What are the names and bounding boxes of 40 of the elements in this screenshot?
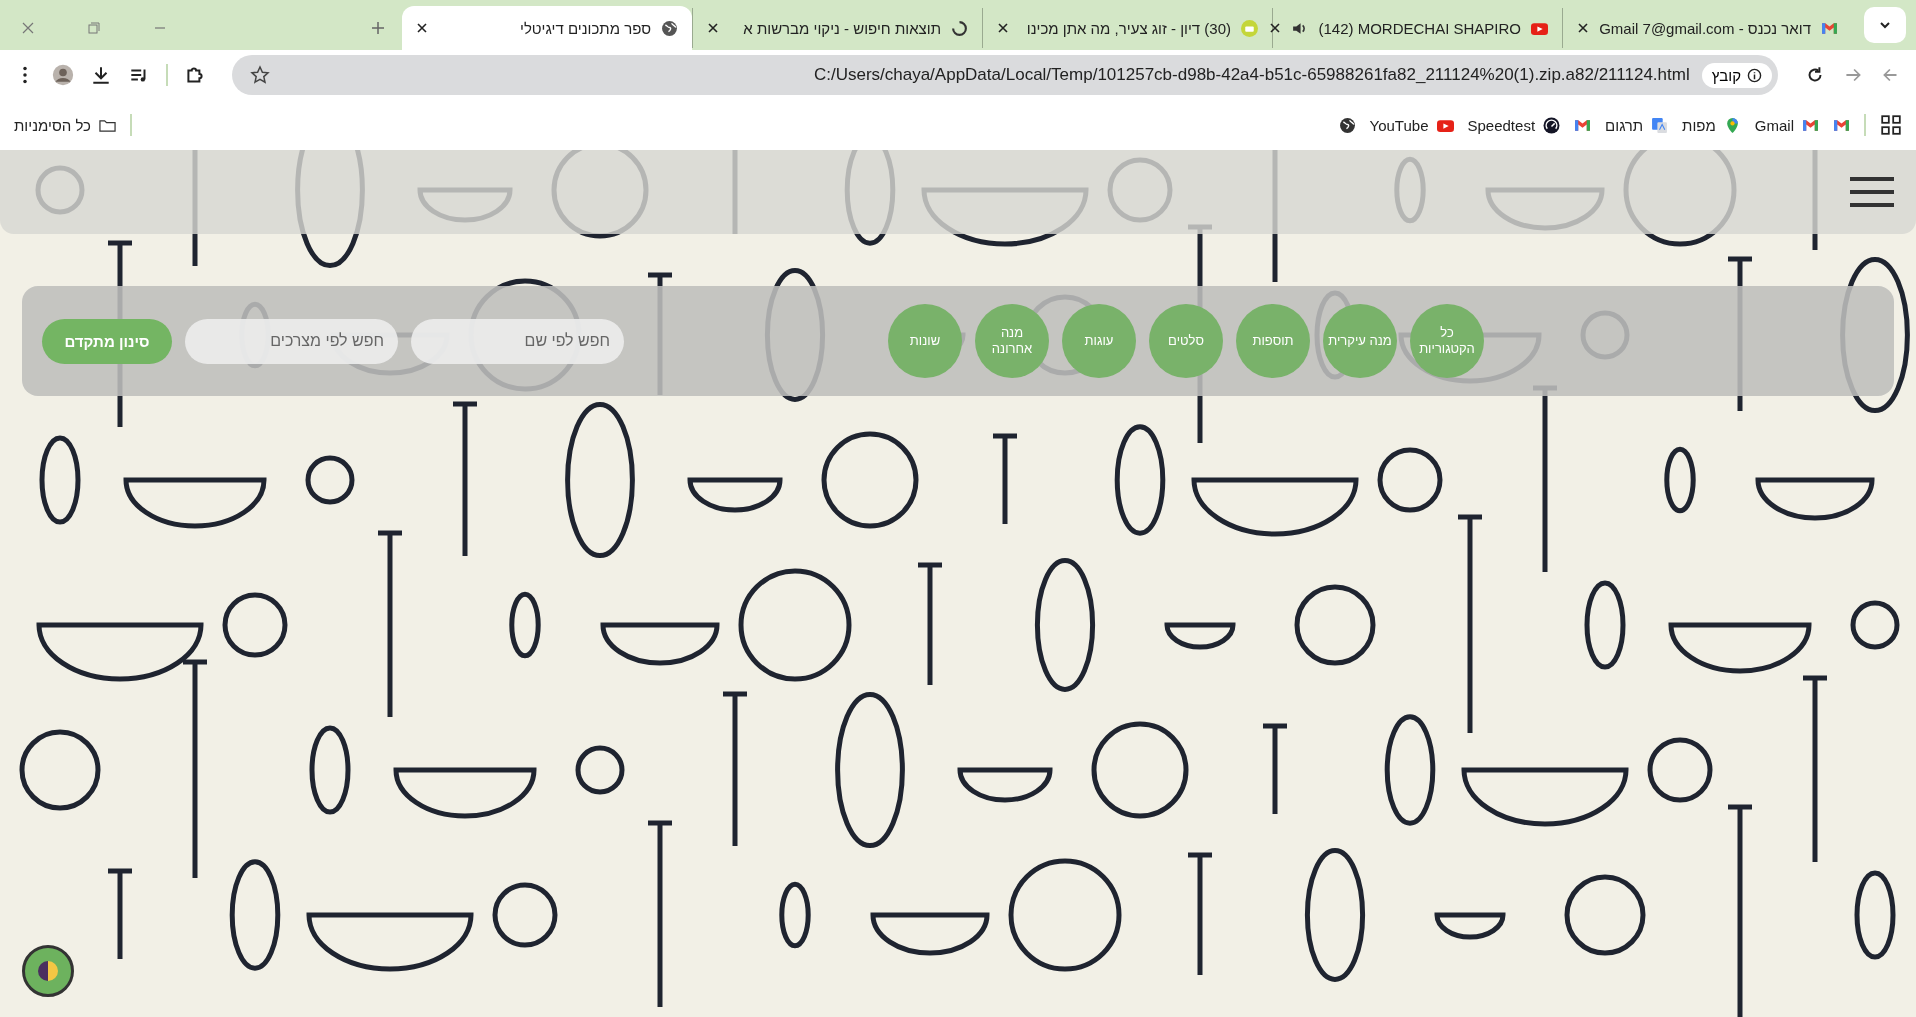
info-icon [1747,67,1762,83]
bookmark-icon-button[interactable] [1338,116,1356,134]
browser-tab[interactable]: (142) MORDECHAI SHAPIRO [1272,8,1562,48]
browser-tab[interactable]: ספר מתכונים דיגיטלי [402,6,692,50]
apps-grid-icon[interactable] [1880,114,1902,136]
gauge-icon [1543,116,1561,134]
translate-icon [1651,116,1669,134]
loading-spinner-icon [951,19,968,37]
half-moon-icon [37,960,59,982]
close-icon[interactable] [707,22,719,34]
bookmark-item[interactable]: Gmail [1754,116,1819,134]
profile-avatar-icon[interactable] [52,64,74,86]
bookmark-item[interactable]: תרגום [1605,116,1669,134]
url-text: C:/Users/chaya/AppData/Local/Temp/101257cb-d98b-42a4-b51c-65988261fa82_211124%20(1).zip.a82/211124.html [813,65,1690,85]
globe-icon [661,19,678,37]
browser-tab[interactable]: (30) דיון - זוג צעיר, מה אתן מכינו [982,8,1272,48]
star-icon[interactable] [250,65,270,85]
bookmark-item[interactable]: Speedtest [1467,116,1561,134]
close-icon[interactable] [416,22,428,34]
browser-tab[interactable]: דואר נכנס - Gmail 7@gmail.com [1562,8,1852,48]
all-bookmarks-button[interactable]: כל הסימניות [14,116,116,134]
new-tab-icon[interactable] [370,20,386,36]
close-icon[interactable] [1269,22,1282,34]
menu-icon[interactable] [1850,176,1894,208]
bookmark-item[interactable]: YouTube [1369,116,1454,134]
tab-title: (142) MORDECHAI SHAPIRO [1318,19,1521,37]
close-icon[interactable] [997,22,1009,34]
puzzle-icon[interactable] [184,64,206,86]
globe-icon [1338,116,1356,134]
tab-title: ספר מתכונים דיגיטלי [519,19,651,37]
ingredients-search-field[interactable]: חפש לפי מצרכים [185,318,398,364]
download-icon[interactable] [90,64,112,86]
name-search-field[interactable]: חפש לפי שם [411,318,624,364]
bookmark-item[interactable]: מפות [1682,116,1741,134]
forum-icon [1241,19,1258,37]
site-info-chip[interactable]: קובץ [1701,62,1772,88]
tab-title: תוצאות חיפוש - ניקוי מברשות א [742,19,941,37]
close-icon[interactable] [1577,22,1589,34]
tab-title: (30) דיון - זוג צעיר, מה אתן מכינו [1025,19,1231,37]
tab-title: דואר נכנס - Gmail 7@gmail.com [1599,19,1811,37]
